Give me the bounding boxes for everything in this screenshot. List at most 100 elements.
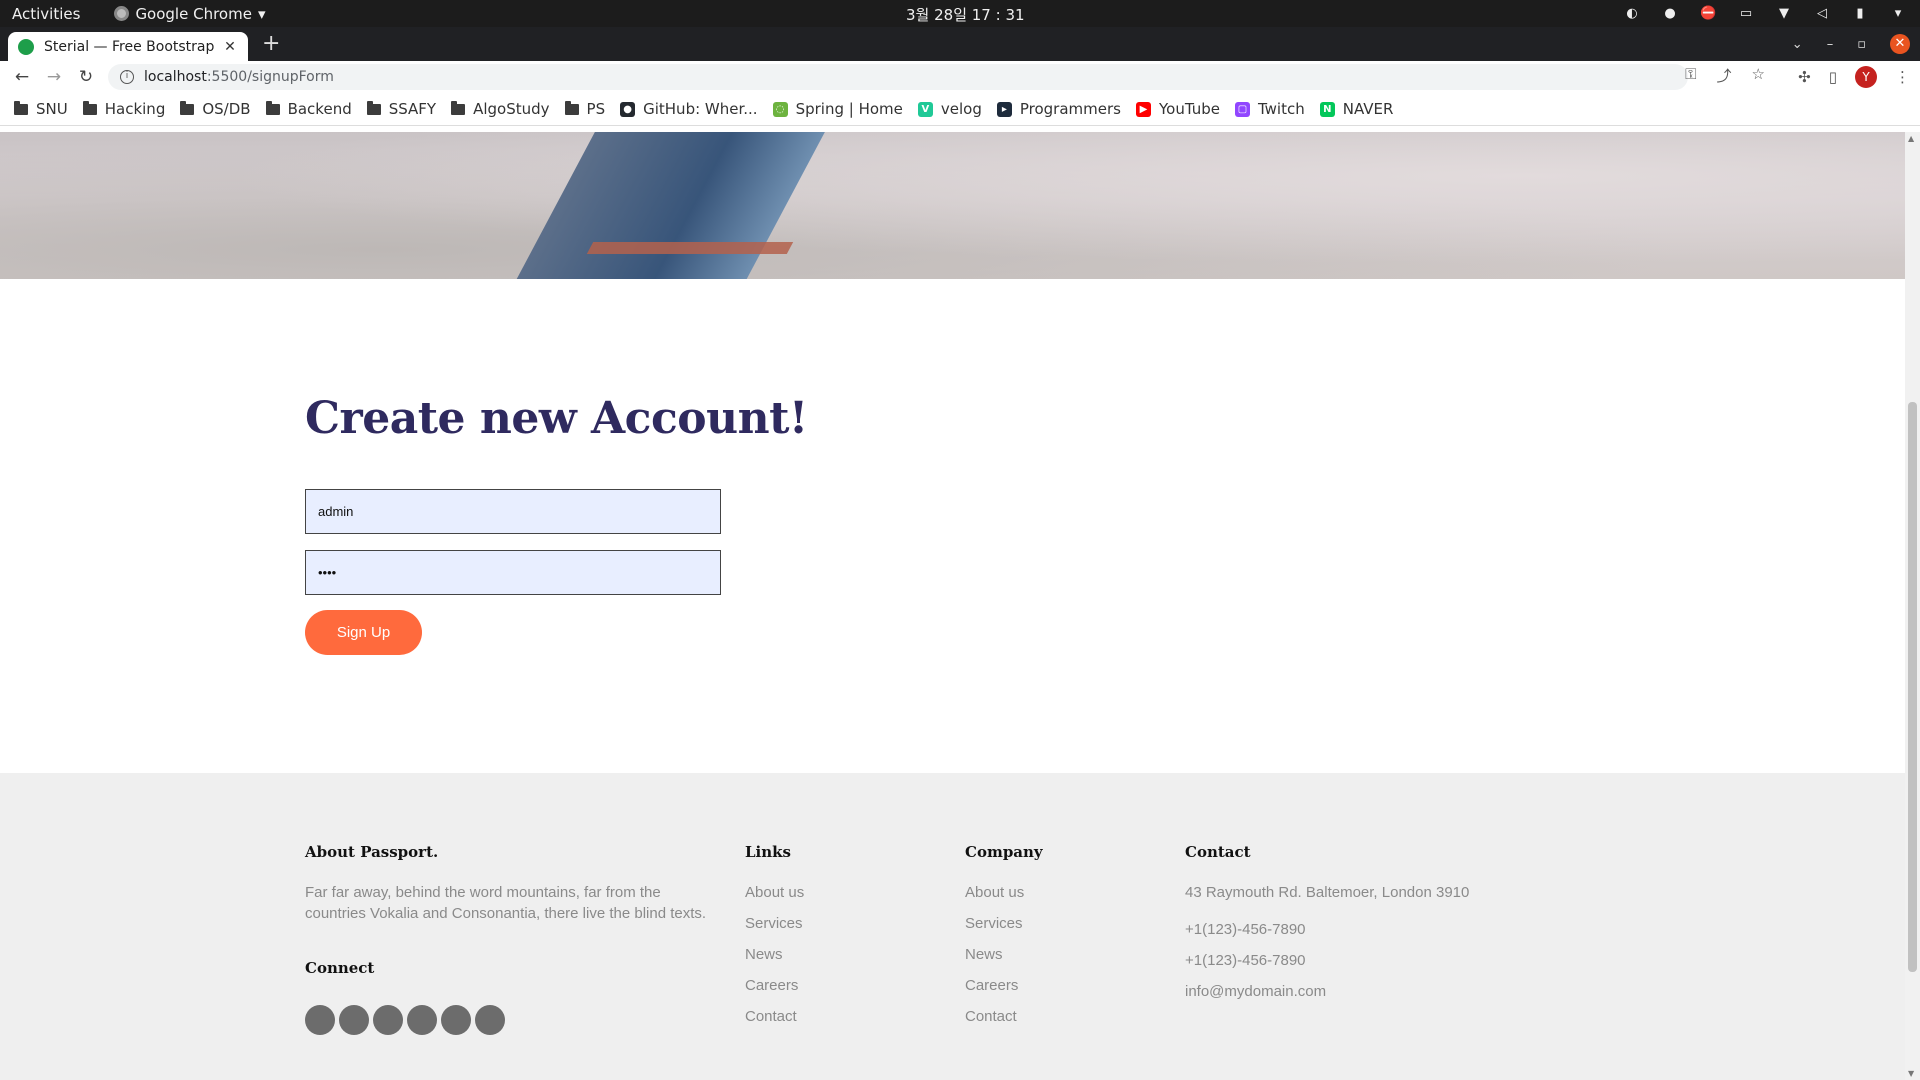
extensions-icon[interactable]: ✣ <box>1798 68 1811 86</box>
system-menu-caret-icon[interactable]: ▾ <box>1890 6 1906 21</box>
browser-toolbar: ← → ↻ i localhost:5500/signupForm ⚿ ⤴ ☆ … <box>0 61 1920 93</box>
chrome-menu-icon[interactable]: ⋮ <box>1895 68 1910 86</box>
wifi-icon[interactable]: ▼ <box>1776 6 1792 21</box>
tab-search-icon[interactable]: ⌄ <box>1792 37 1803 52</box>
signup-button[interactable]: Sign Up <box>305 610 422 655</box>
chrome-icon <box>114 6 130 21</box>
social-icon[interactable] <box>373 1005 403 1035</box>
bookmark-star-icon[interactable]: ☆ <box>1752 65 1765 86</box>
bookmark-label: Hacking <box>104 100 166 118</box>
bookmark-label: Backend <box>287 100 352 118</box>
footer-phone[interactable]: +1(123)-456-7890 <box>1185 952 1306 969</box>
activities-button[interactable]: Activities <box>12 5 80 23</box>
volume-icon[interactable]: ◁ <box>1814 6 1830 21</box>
footer-company-link[interactable]: News <box>965 946 1003 963</box>
bookmark-item[interactable]: AlgoStudy <box>451 100 550 118</box>
bookmark-item[interactable]: SSAFY <box>366 100 436 118</box>
system-top-bar: Activities Google Chrome ▾ 3월 28일 17 : 3… <box>0 0 1920 27</box>
do-not-disturb-icon[interactable]: ⛔ <box>1700 6 1716 21</box>
footer-link[interactable]: Contact <box>745 1008 797 1025</box>
back-button[interactable]: ← <box>6 67 38 87</box>
folder-icon <box>366 100 381 115</box>
bookmark-item[interactable]: OS/DB <box>180 100 251 118</box>
password-key-icon[interactable]: ⚿ <box>1685 65 1696 86</box>
bookmark-label: SNU <box>36 100 68 118</box>
footer-company-link[interactable]: Careers <box>965 977 1018 994</box>
system-tray[interactable]: ◐ ● ⛔ ▭ ▼ ◁ ▮ ▾ <box>1624 0 1906 27</box>
social-icon[interactable] <box>407 1005 437 1035</box>
bookmark-label: Spring | Home <box>795 100 903 118</box>
toolbar-actions: ✣ ▯ Y ⋮ <box>1798 66 1910 88</box>
bookmark-label: NAVER <box>1342 100 1394 118</box>
site-info-icon[interactable]: i <box>120 70 134 84</box>
profile-avatar[interactable]: Y <box>1855 66 1877 88</box>
social-icon[interactable] <box>441 1005 471 1035</box>
keyboard-icon[interactable]: ▭ <box>1738 6 1754 21</box>
footer-email[interactable]: info@mydomain.com <box>1185 983 1326 1000</box>
bookmark-label: Twitch <box>1257 100 1305 118</box>
spring-icon: ◌ <box>772 101 788 117</box>
footer-contact-title: Contact <box>1185 843 1251 861</box>
folder-icon <box>265 100 280 115</box>
bookmark-item[interactable]: Vvelog <box>917 100 982 118</box>
footer-about: About Passport. Far far away, behind the… <box>305 843 725 1035</box>
bookmark-item[interactable]: PS <box>564 100 605 118</box>
page-scrollbar[interactable]: ▲ ▼ <box>1905 132 1920 1080</box>
footer-phone[interactable]: +1(123)-456-7890 <box>1185 921 1306 938</box>
maximize-button[interactable]: ▫ <box>1857 37 1866 52</box>
scroll-up-icon[interactable]: ▲ <box>1908 134 1914 143</box>
battery-icon[interactable]: ▮ <box>1852 6 1868 21</box>
bookmark-label: YouTube <box>1158 100 1220 118</box>
side-panel-icon[interactable]: ▯ <box>1829 68 1837 86</box>
sync-icon[interactable]: ◐ <box>1624 6 1640 21</box>
tab-active[interactable]: Sterial — Free Bootstrap ✕ <box>8 32 248 61</box>
new-tab-button[interactable]: + <box>262 33 280 55</box>
app-menu[interactable]: Google Chrome ▾ <box>114 5 265 23</box>
scroll-down-icon[interactable]: ▼ <box>1908 1069 1914 1078</box>
bookmark-item[interactable]: ▢ Twitch <box>1234 100 1305 118</box>
share-icon[interactable]: ⤴ <box>1717 65 1732 86</box>
signup-section: Create new Account! Sign Up <box>0 393 1905 655</box>
scrollbar-thumb[interactable] <box>1908 402 1917 972</box>
social-icon[interactable] <box>305 1005 335 1035</box>
address-bar[interactable]: i localhost:5500/signupForm <box>108 64 1688 90</box>
bookmark-label: AlgoStudy <box>473 100 550 118</box>
password-input[interactable] <box>305 550 721 595</box>
footer-company-link[interactable]: About us <box>965 884 1024 901</box>
footer-link[interactable]: About us <box>745 884 804 901</box>
footer-about-title: About Passport. <box>305 843 439 861</box>
footer-link[interactable]: Services <box>745 915 803 932</box>
footer-link[interactable]: News <box>745 946 783 963</box>
bookmark-item[interactable]: ● GitHub: Wher... <box>620 100 758 118</box>
footer-address: 43 Raymouth Rd. Baltemoer, London 3910 <box>1185 884 1470 901</box>
social-icon[interactable] <box>475 1005 505 1035</box>
programmers-icon: ▸ <box>996 101 1012 117</box>
bookmark-item[interactable]: ◌ Spring | Home <box>772 100 903 118</box>
bookmark-item[interactable]: N NAVER <box>1319 100 1394 118</box>
bookmarks-bar: SNU Hacking OS/DB Backend SSAFY AlgoStudy PS ● G… <box>0 93 1920 126</box>
reload-button[interactable]: ↻ <box>70 67 102 87</box>
url-path: :5500/signupForm <box>206 69 334 85</box>
tab-close-icon[interactable]: ✕ <box>222 39 238 55</box>
username-input[interactable] <box>305 489 721 534</box>
bookmark-item[interactable]: SNU <box>14 100 68 118</box>
footer-company: Company About us Services News Careers C… <box>965 843 1043 1037</box>
footer-link[interactable]: Careers <box>745 977 798 994</box>
footer-company-link[interactable]: Services <box>965 915 1023 932</box>
folder-icon <box>564 100 579 115</box>
footer-company-link[interactable]: Contact <box>965 1008 1017 1025</box>
bookmark-item[interactable]: Backend <box>265 100 352 118</box>
steam-icon[interactable]: ● <box>1662 6 1678 21</box>
forward-button[interactable]: → <box>38 67 70 87</box>
bookmark-item[interactable]: ▸ Programmers <box>996 100 1121 118</box>
minimize-button[interactable]: – <box>1827 37 1834 52</box>
caret-down-icon: ▾ <box>257 4 266 23</box>
bookmark-label: Programmers <box>1019 100 1121 118</box>
footer-links: Links About us Services News Careers Con… <box>745 843 804 1037</box>
social-icon[interactable] <box>339 1005 369 1035</box>
clock[interactable]: 3월 28일 17 : 31 <box>906 4 1025 25</box>
signup-form: Sign Up <box>305 489 1905 655</box>
close-window-button[interactable]: ✕ <box>1890 34 1910 54</box>
bookmark-item[interactable]: Hacking <box>82 100 166 118</box>
bookmark-item[interactable]: ▶ YouTube <box>1135 100 1220 118</box>
